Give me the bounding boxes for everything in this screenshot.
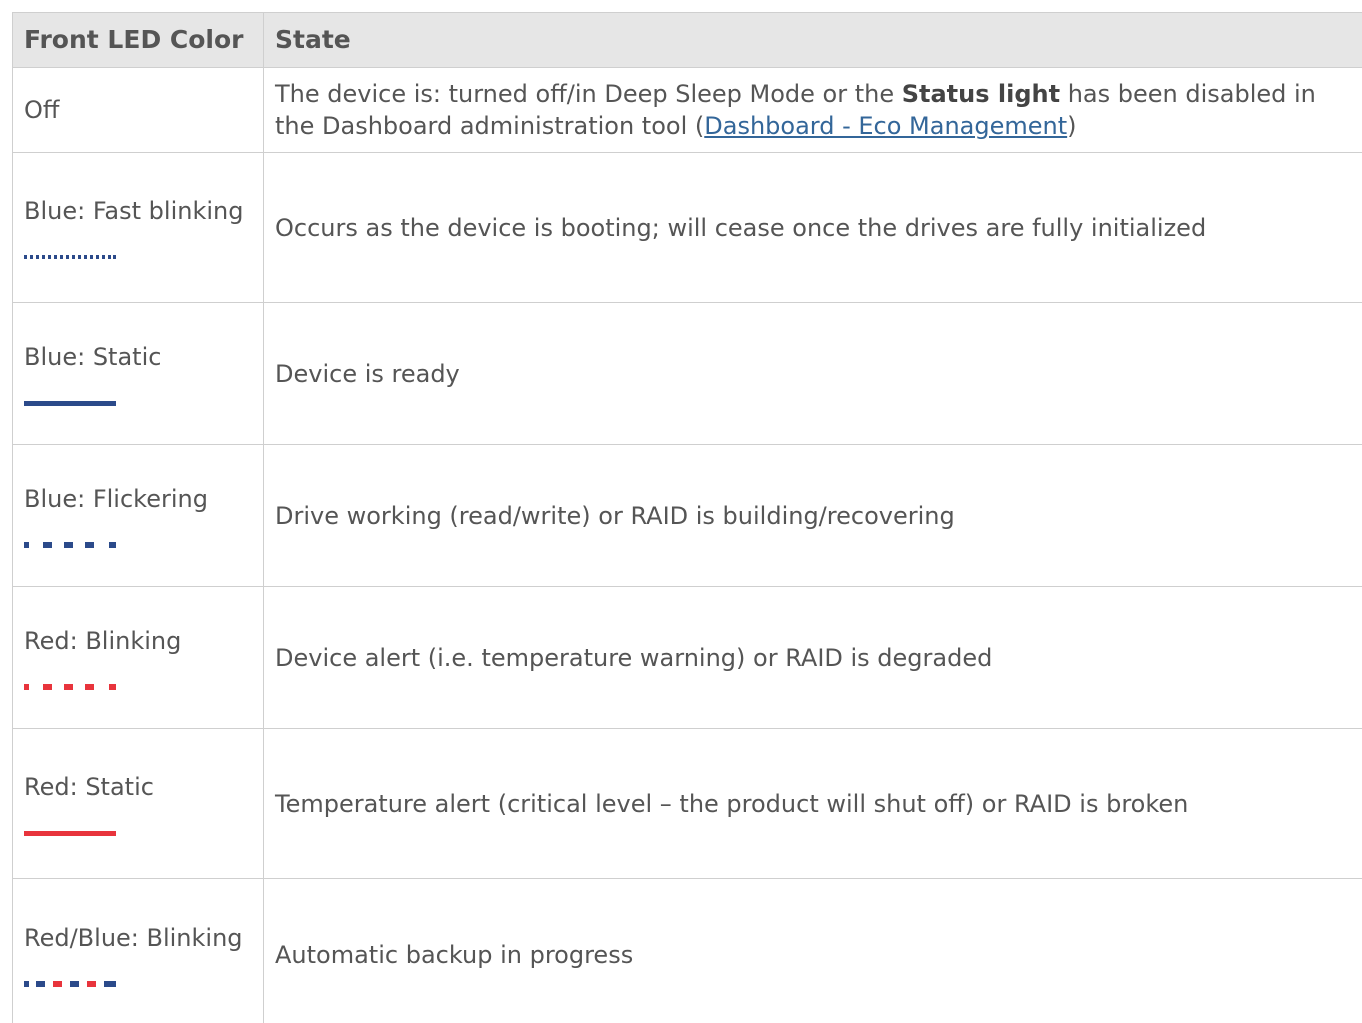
led-color-cell: Blue: Fast blinking: [12, 152, 264, 303]
led-color-label: Blue: Fast blinking: [24, 196, 244, 225]
led-state-description: Automatic backup in progress: [263, 878, 1362, 1023]
state-text: ): [1067, 112, 1077, 140]
led-color-label: Blue: Static: [24, 342, 162, 371]
table-row: Off The device is: turned off/in Deep Sl…: [12, 67, 1362, 153]
led-color-label: Red: Static: [24, 772, 154, 801]
blue-fast-blink-icon: [24, 254, 116, 259]
led-color-label: Off: [12, 67, 264, 153]
red-blink-icon: [24, 683, 116, 690]
led-color-label: Red/Blue: Blinking: [24, 924, 243, 952]
table-row: Red/Blue: Blinking Automatic backup in p…: [12, 878, 1362, 1023]
dashboard-eco-management-link[interactable]: Dashboard - Eco Management: [704, 112, 1067, 140]
led-state-description: Temperature alert (critical level – the …: [263, 728, 1362, 879]
led-color-cell: Red/Blue: Blinking: [12, 878, 264, 1023]
header-state: State: [263, 12, 1362, 68]
led-status-table-wrapper: Front LED Color State Off The device is:…: [12, 12, 1362, 1023]
led-color-label: Blue: Flickering: [24, 484, 208, 513]
table-row: Red: Blinking Device alert (i.e. tempera…: [12, 586, 1362, 729]
led-color-cell: Red: Blinking: [12, 586, 264, 729]
led-state-description: Drive working (read/write) or RAID is bu…: [263, 444, 1362, 587]
led-state-description: Device is ready: [263, 302, 1362, 445]
table-header-row: Front LED Color State: [12, 12, 1362, 68]
blue-flicker-icon: [24, 541, 116, 548]
led-state-description: The device is: turned off/in Deep Sleep …: [263, 67, 1362, 153]
red-blue-blink-icon: [24, 981, 116, 987]
led-color-label: Red: Blinking: [24, 626, 182, 655]
table-row: Blue: Flickering Drive working (read/wri…: [12, 444, 1362, 587]
led-state-description: Device alert (i.e. temperature warning) …: [263, 586, 1362, 729]
red-static-icon: [24, 830, 116, 836]
led-color-cell: Blue: Static: [12, 302, 264, 445]
table-row: Blue: Fast blinking Occurs as the device…: [12, 152, 1362, 303]
led-status-table: Front LED Color State Off The device is:…: [12, 12, 1362, 1023]
led-color-cell: Blue: Flickering: [12, 444, 264, 587]
blue-static-icon: [24, 400, 116, 406]
led-state-description: Occurs as the device is booting; will ce…: [263, 152, 1362, 303]
led-color-cell: Red: Static: [12, 728, 264, 879]
table-row: Red: Static Temperature alert (critical …: [12, 728, 1362, 879]
state-text: The device is: turned off/in Deep Sleep …: [275, 80, 902, 108]
table-row: Blue: Static Device is ready: [12, 302, 1362, 445]
status-light-bold: Status light: [901, 80, 1061, 108]
header-front-led-color: Front LED Color: [12, 12, 264, 68]
